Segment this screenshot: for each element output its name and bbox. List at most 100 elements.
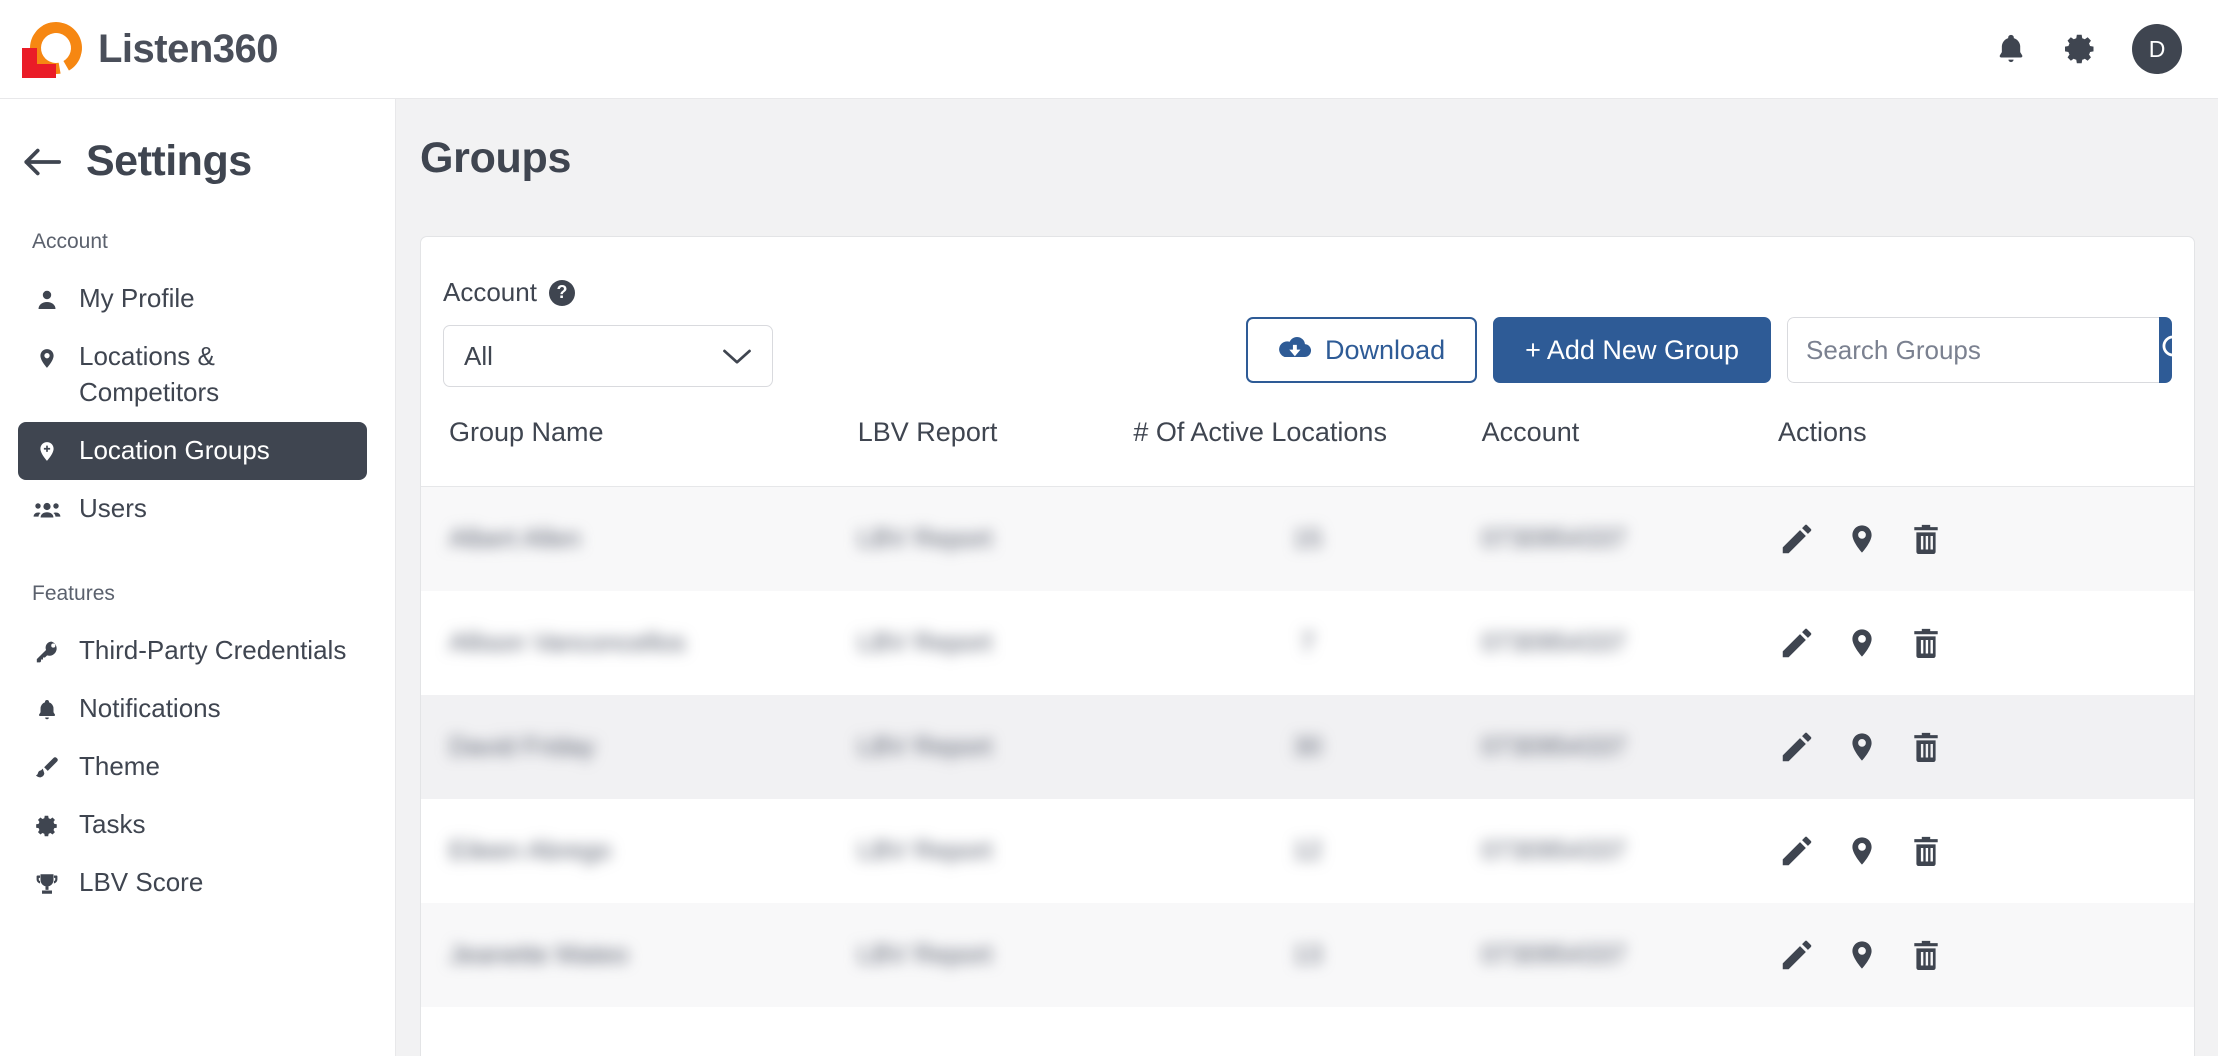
add-new-group-button[interactable]: + Add New Group (1493, 317, 1771, 383)
map-pin-icon[interactable] (1846, 936, 1878, 974)
page-title: Settings (86, 137, 252, 185)
group-name-value: Albert Allen (449, 523, 581, 554)
topbar-actions: D (1994, 24, 2182, 74)
trash-icon[interactable] (1908, 936, 1944, 974)
account-filter-label-text: Account (443, 277, 537, 307)
cell-actions (1778, 902, 2194, 1007)
active-locations-value: 30 (1293, 731, 1322, 761)
sidebar-item-notifications[interactable]: Notifications (18, 680, 367, 738)
brand-name: Listen360 (98, 26, 279, 71)
cell-lbv-report: LBV Report (858, 591, 1134, 695)
map-pin-icon[interactable] (1846, 624, 1878, 662)
column-header-actions: Actions (1778, 417, 2194, 487)
cell-group-name: David Friday (421, 694, 858, 799)
map-pin-icon[interactable] (1846, 728, 1878, 766)
sidebar-item-label: Notifications (79, 692, 221, 723)
account-value: 0730954337 (1481, 523, 1627, 554)
card-toolbar: Account ? All Download + Add New Group S… (421, 237, 2194, 417)
sidebar-item-my-profile[interactable]: My Profile (18, 270, 367, 328)
settings-sidebar: Settings Account My Profile Locations & … (0, 99, 396, 1056)
cell-active-locations: 7 (1133, 591, 1481, 695)
group-name-value: Allison Vanconcellos (449, 627, 686, 657)
pencil-icon[interactable] (1778, 520, 1816, 558)
users-icon (32, 493, 62, 527)
arrow-left-icon[interactable] (22, 144, 62, 180)
column-header-group-name[interactable]: Group Name (421, 417, 858, 487)
search-submit-button[interactable] (2159, 317, 2172, 383)
cell-active-locations: 15 (1133, 486, 1482, 591)
listen360-logo-icon (19, 11, 93, 85)
account-value: 0730954337 (1481, 627, 1627, 657)
trash-icon[interactable] (1908, 624, 1944, 662)
trash-icon[interactable] (1908, 832, 1944, 870)
trash-icon[interactable] (1908, 728, 1944, 766)
groups-table: Group Name LBV Report # Of Active Locati… (421, 417, 2194, 1007)
cell-lbv-report: LBV Report (858, 799, 1134, 903)
cell-lbv-report: LBV Report (857, 694, 1134, 799)
group-name-value: David Friday (449, 731, 595, 761)
trophy-icon (32, 867, 62, 901)
lbv-report-link[interactable]: LBV Report (858, 627, 992, 658)
sidebar-item-label: Users (79, 492, 147, 523)
column-header-lbv-report[interactable]: LBV Report (857, 417, 1134, 487)
groups-table-head: Group Name LBV Report # Of Active Locati… (421, 417, 2194, 487)
toolbar-actions: Download + Add New Group (1246, 317, 2172, 383)
sidebar-item-tasks[interactable]: Tasks (18, 796, 367, 854)
account-select-value: All (464, 340, 493, 371)
table-row[interactable]: Jeanette Mateo LBV Report 13 0730954337 (421, 902, 2194, 1007)
sidebar-item-label: Locations & Competitors (79, 341, 220, 407)
groups-card: Account ? All Download + Add New Group S… (420, 236, 2195, 1056)
pencil-icon[interactable] (1778, 728, 1816, 766)
sidebar-item-lbv-score[interactable]: LBV Score (18, 854, 367, 912)
search-groups (1787, 317, 2172, 383)
trash-icon[interactable] (1908, 520, 1944, 558)
pencil-icon[interactable] (1778, 936, 1816, 974)
cell-actions (1778, 591, 2194, 695)
gear-icon[interactable] (2062, 31, 2098, 67)
cell-active-locations: 30 (1133, 694, 1482, 799)
sidebar-item-label: Location Groups (79, 434, 270, 465)
sidebar-item-location-groups[interactable]: Location Groups (18, 421, 367, 480)
column-header-active-locations[interactable]: # Of Active Locations (1133, 417, 1482, 487)
cell-group-name: Eileen Abrego (421, 799, 858, 903)
map-pin-icon[interactable] (1846, 520, 1878, 558)
search-icon (2159, 332, 2172, 369)
active-locations-value: 15 (1293, 523, 1322, 554)
sidebar-nav-features: Third-Party Credentials Notifications Th… (0, 622, 395, 912)
account-select[interactable]: All (443, 325, 773, 387)
cell-lbv-report: LBV Report (857, 486, 1134, 591)
table-row[interactable]: Albert Allen LBV Report 15 0730954337 (421, 486, 2194, 591)
map-pin-icon[interactable] (1846, 832, 1878, 870)
sidebar-item-theme[interactable]: Theme (18, 738, 367, 796)
lbv-report-link[interactable]: LBV Report (858, 523, 992, 554)
brand-logo[interactable]: Listen360 (19, 11, 279, 85)
cell-actions (1778, 694, 2194, 799)
table-row[interactable]: David Friday LBV Report 30 0730954337 (421, 694, 2194, 799)
sidebar-item-users[interactable]: Users (18, 480, 367, 538)
sidebar-item-third-party-credentials[interactable]: Third-Party Credentials (18, 622, 367, 680)
pencil-icon[interactable] (1778, 832, 1816, 870)
lbv-report-link[interactable]: LBV Report (858, 835, 992, 866)
lbv-report-link[interactable]: LBV Report (858, 939, 992, 970)
avatar[interactable]: D (2132, 24, 2182, 74)
cell-account: 0730954337 (1481, 694, 1779, 799)
search-input[interactable] (1787, 317, 2159, 383)
table-row[interactable]: Allison Vanconcellos LBV Report 7 073095… (421, 591, 2194, 695)
column-header-account[interactable]: Account (1481, 417, 1779, 487)
sidebar-item-label: Theme (79, 750, 160, 781)
cell-group-name: Allison Vanconcellos (421, 591, 858, 695)
table-row[interactable]: Eileen Abrego LBV Report 12 0730954337 (421, 799, 2194, 903)
account-value: 0730954337 (1481, 835, 1627, 865)
group-name-value: Eileen Abrego (449, 835, 611, 865)
sidebar-nav-account: My Profile Locations & Competitors Locat… (0, 270, 395, 538)
active-locations-value: 12 (1293, 835, 1322, 865)
page-heading: Groups (420, 134, 572, 182)
sidebar-item-locations-competitors[interactable]: Locations & Competitors (18, 328, 367, 422)
download-button[interactable]: Download (1246, 317, 1478, 383)
bell-icon[interactable] (1994, 31, 2028, 67)
groups-table-body: Albert Allen LBV Report 15 0730954337 Al… (421, 486, 2194, 1007)
pencil-icon[interactable] (1778, 624, 1816, 662)
help-circle-icon[interactable]: ? (548, 279, 575, 306)
lbv-report-link[interactable]: LBV Report (858, 731, 992, 762)
cell-account: 0730954337 (1482, 591, 1778, 695)
